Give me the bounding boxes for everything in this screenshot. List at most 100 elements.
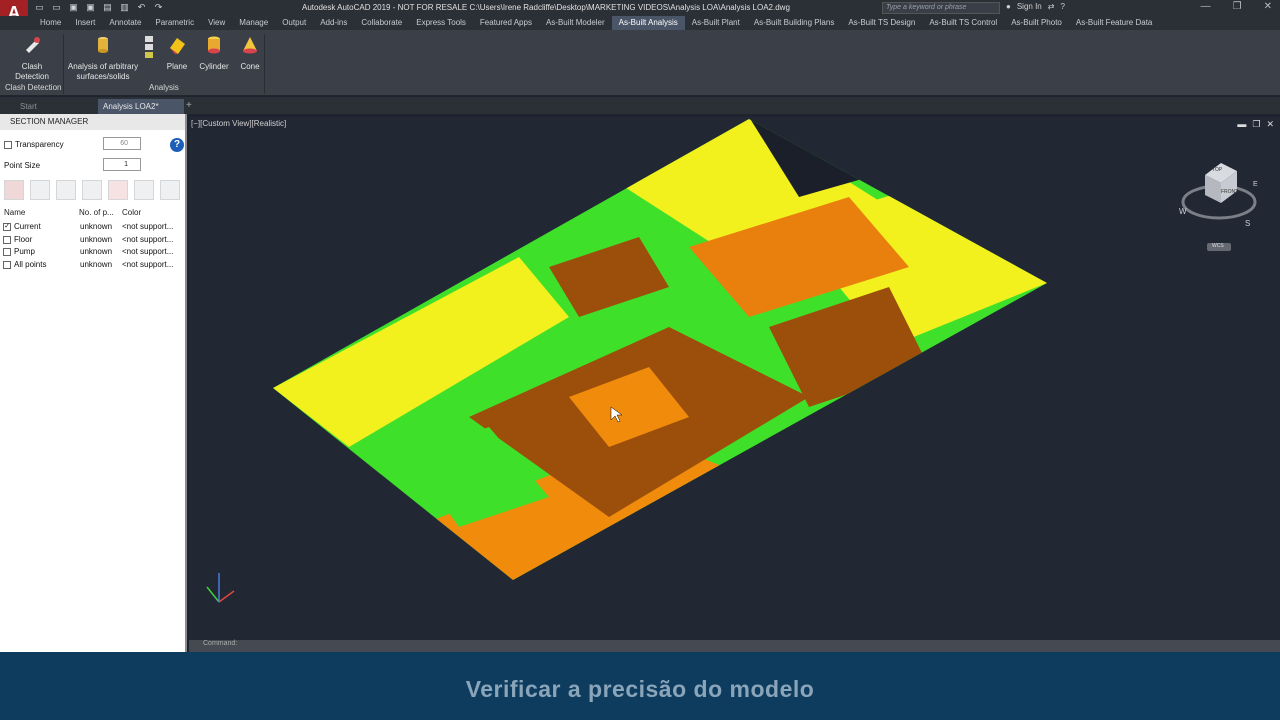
row-checkbox[interactable] — [3, 260, 11, 269]
table-row[interactable]: ✓ Current unknown <not support... — [0, 221, 185, 233]
select-section-icon[interactable] — [30, 180, 50, 200]
compass-e-label[interactable]: E — [1253, 181, 1258, 188]
tab-as-built-plant[interactable]: As-Built Plant — [685, 16, 747, 30]
tab-annotate[interactable]: Annotate — [102, 16, 148, 30]
tab-as-built-modeler[interactable]: As-Built Modeler — [539, 16, 612, 30]
small-tool-icon[interactable] — [145, 44, 153, 50]
close-icon[interactable]: ✕ — [1264, 1, 1272, 12]
tab-analysis-loa2[interactable]: Analysis LOA2* — [98, 99, 184, 114]
tab-featured-apps[interactable]: Featured Apps — [473, 16, 539, 30]
tab-output[interactable]: Output — [275, 16, 313, 30]
print-icon[interactable]: ▥ — [119, 2, 130, 13]
cone-label: Cone — [240, 62, 260, 71]
undo-icon[interactable]: ↶ — [136, 2, 147, 13]
tab-view[interactable]: View — [201, 16, 232, 30]
point-size-spinner[interactable]: 1 — [103, 158, 141, 171]
new-file-icon[interactable]: ▭ — [34, 2, 45, 13]
exchange-icon[interactable]: ⇄ — [1048, 2, 1055, 11]
cone-button[interactable]: Cone — [237, 34, 263, 72]
viewcube[interactable]: TOP FRONT W S E WCS — [1179, 157, 1259, 257]
row-checkbox[interactable] — [3, 235, 11, 244]
tab-insert[interactable]: Insert — [68, 16, 102, 30]
table-row[interactable]: Pump unknown <not support... — [0, 246, 185, 258]
cell-color: <not support... — [122, 247, 174, 256]
plane-button[interactable]: Plane — [162, 34, 192, 72]
open-file-icon[interactable]: ▭ — [51, 2, 62, 13]
sign-in-link[interactable]: Sign In — [1017, 2, 1042, 11]
cell-name: All points — [14, 259, 47, 269]
save-icon[interactable]: ▣ — [68, 2, 79, 13]
tab-manage[interactable]: Manage — [232, 16, 275, 30]
window-title: Autodesk AutoCAD 2019 - NOT FOR RESALE C… — [302, 3, 790, 12]
split-section-icon[interactable] — [82, 180, 102, 200]
delete-section-icon[interactable] — [108, 180, 128, 200]
panel-label-analysis[interactable]: Analysis — [149, 83, 179, 92]
column-name[interactable]: Name — [4, 208, 25, 217]
new-tab-icon[interactable]: + — [186, 100, 192, 111]
search-input[interactable]: Type a keyword or phrase — [882, 2, 1000, 14]
cone-icon — [243, 37, 257, 54]
tab-as-built-ts-design[interactable]: As-Built TS Design — [841, 16, 922, 30]
analysis-surfaces-label-2: surfaces/solids — [76, 72, 130, 81]
wcs-menu[interactable]: WCS — [1212, 243, 1224, 249]
analysis-surfaces-button[interactable]: Analysis of arbitrary surfaces/solids — [66, 34, 140, 82]
tab-add-ins[interactable]: Add-ins — [313, 16, 354, 30]
transparency-spinner[interactable]: 60 — [103, 137, 141, 150]
tab-start[interactable]: Start — [0, 99, 96, 114]
tab-home[interactable]: Home — [33, 16, 68, 30]
compass-w-label[interactable]: W — [1179, 207, 1187, 216]
table-row[interactable]: All points unknown <not support... — [0, 259, 185, 271]
point-size-row: Point Size — [4, 161, 40, 170]
cylinder-button[interactable]: Cylinder — [197, 34, 231, 72]
save-as-icon[interactable]: ▣ — [85, 2, 96, 13]
tab-as-built-photo[interactable]: As-Built Photo — [1004, 16, 1069, 30]
cell-points: unknown — [80, 247, 113, 256]
restore-icon[interactable]: ❐ — [1233, 1, 1242, 12]
isolate-section-icon[interactable] — [134, 180, 154, 200]
tab-collaborate[interactable]: Collaborate — [354, 16, 409, 30]
analysis-small-tools[interactable] — [142, 34, 156, 60]
minimize-icon[interactable]: — — [1201, 1, 1211, 12]
tab-express-tools[interactable]: Express Tools — [409, 16, 473, 30]
transparency-checkbox[interactable] — [4, 140, 12, 149]
cell-points: unknown — [80, 222, 113, 231]
row-checkbox[interactable] — [3, 248, 11, 256]
tab-as-built-building-plans[interactable]: As-Built Building Plans — [747, 16, 841, 30]
redo-icon[interactable]: ↷ — [153, 2, 164, 13]
publish-icon[interactable]: ▤ — [102, 2, 113, 13]
row-checkbox[interactable]: ✓ — [3, 223, 11, 231]
tab-parametric[interactable]: Parametric — [148, 16, 201, 30]
table-row[interactable]: Floor unknown <not support... — [0, 234, 185, 246]
model-viewport[interactable]: [−][Custom View][Realistic] ▬ ❐ ✕ TOP FR… — [189, 117, 1280, 640]
plane-label: Plane — [166, 62, 188, 71]
clash-detection-button[interactable]: Clash Detection — [4, 34, 60, 82]
viewcube-top-label[interactable]: TOP — [1212, 167, 1222, 173]
move-section-icon[interactable] — [56, 180, 76, 200]
compass-s-label[interactable]: S — [1245, 219, 1250, 228]
point-size-label: Point Size — [4, 161, 41, 170]
list-section-icon[interactable] — [160, 180, 180, 200]
analysis-surfaces-label-1: Analysis of arbitrary — [67, 62, 139, 71]
column-points[interactable]: No. of p... — [79, 208, 114, 217]
command-line[interactable]: Command: — [189, 640, 1280, 652]
transparency-row: Transparency — [4, 140, 64, 149]
create-section-icon[interactable] — [4, 180, 24, 200]
help-icon[interactable]: ? — [1060, 2, 1064, 11]
tab-as-built-feature-data[interactable]: As-Built Feature Data — [1069, 16, 1159, 30]
viewcube-front-label[interactable]: FRONT — [1221, 189, 1238, 195]
tab-as-built-ts-control[interactable]: As-Built TS Control — [922, 16, 1004, 30]
user-icon[interactable]: ● — [1006, 2, 1011, 11]
small-tool-icon[interactable] — [145, 36, 153, 42]
cell-color: <not support... — [122, 234, 174, 244]
ucs-axis-icon — [206, 573, 235, 603]
section-manager-title: SECTION MANAGER — [0, 114, 185, 130]
help-icon[interactable]: ? — [170, 138, 184, 152]
ribbon: Clash Detection Analysis of arbitrary su… — [0, 30, 1280, 96]
panel-label-clash[interactable]: Clash Detection — [5, 83, 61, 92]
user-area: ● Sign In ⇄ ? — [1006, 2, 1065, 11]
small-tool-icon[interactable] — [145, 52, 153, 58]
tab-as-built-analysis[interactable]: As-Built Analysis — [611, 16, 685, 30]
column-color[interactable]: Color — [122, 208, 141, 217]
cell-color: <not support... — [122, 259, 174, 269]
title-bar: ▭ ▭ ▣ ▣ ▤ ▥ ↶ ↷ Autodesk AutoCAD 2019 - … — [0, 0, 1280, 16]
